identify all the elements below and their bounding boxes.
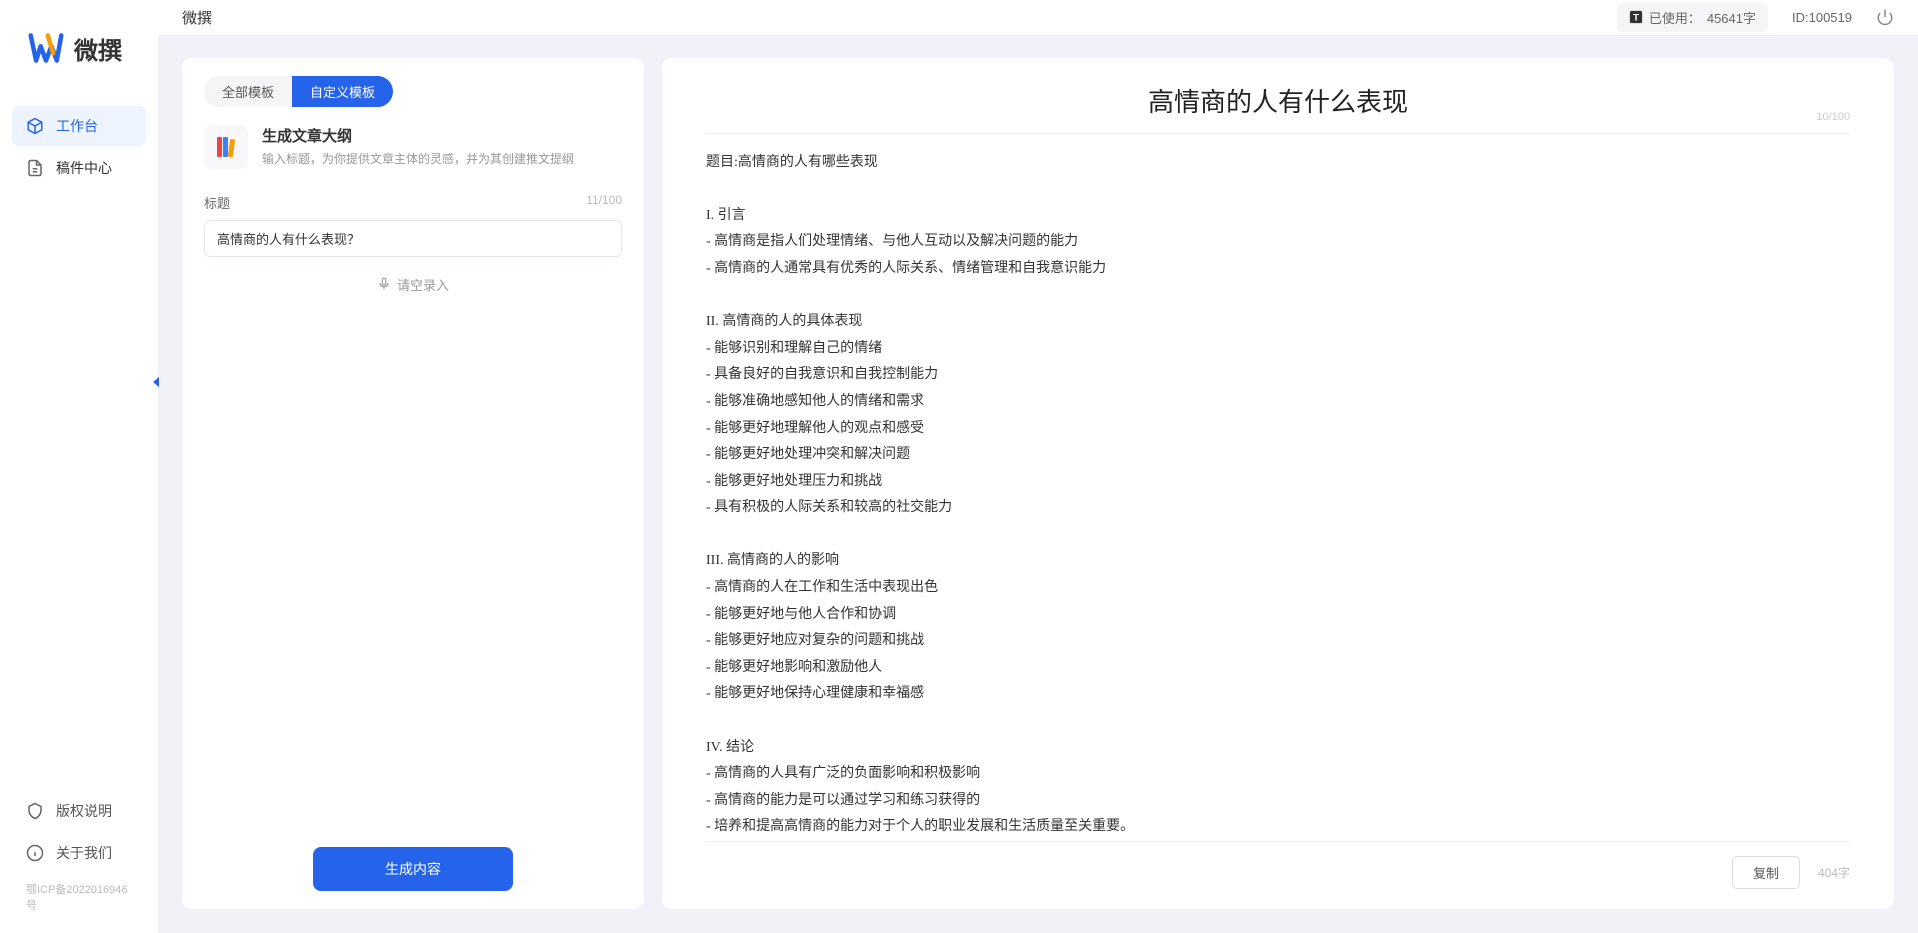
nav-label: 版权说明 [56, 801, 112, 821]
output-char-count: 404字 [1818, 864, 1850, 881]
nav-copyright[interactable]: 版权说明 [12, 791, 146, 831]
output-title: 高情商的人有什么表现 [1148, 82, 1408, 119]
right-panel: 高情商的人有什么表现 10/100 题目:高情商的人有哪些表现 I. 引言 - … [662, 58, 1894, 909]
nav-label: 稿件中心 [56, 158, 112, 178]
output-title-count: 10/100 [1816, 111, 1850, 123]
left-panel: 全部模板 自定义模板 生成文章大纲 输入标题，为你提供文章主体的灵感，并为其创建… [182, 58, 644, 909]
topbar: 微撰 T 已使用： 45641字 ID:100519 [158, 0, 1918, 36]
logo-text: 微撰 [74, 31, 122, 66]
sidebar-footer: 版权说明 关于我们 鄂ICP备2022016946号 [0, 791, 158, 919]
sidebar-collapse-handle[interactable] [148, 372, 164, 392]
generate-button[interactable]: 生成内容 [313, 847, 513, 891]
usage-label: 已使用： [1649, 8, 1701, 27]
spacer [204, 304, 622, 847]
svg-text:T: T [1633, 13, 1639, 24]
tab-custom-templates[interactable]: 自定义模板 [292, 76, 393, 107]
nav-workbench[interactable]: 工作台 [12, 106, 146, 146]
content: 全部模板 自定义模板 生成文章大纲 输入标题，为你提供文章主体的灵感，并为其创建… [158, 36, 1918, 933]
topbar-right: T 已使用： 45641字 ID:100519 [1617, 3, 1894, 32]
microphone-icon [377, 277, 391, 291]
title-input[interactable] [204, 220, 622, 257]
user-id: ID:100519 [1792, 10, 1852, 25]
output-footer: 复制 404字 [706, 841, 1850, 889]
topbar-title: 微撰 [182, 7, 212, 28]
title-field-header: 标题 11/100 [204, 193, 622, 212]
usage-pill: T 已使用： 45641字 [1617, 3, 1768, 32]
sidebar: 微撰 工作台 稿件中心 版权说明 关于我们 鄂ICP备2022016946号 [0, 0, 158, 933]
output-body[interactable]: 题目:高情商的人有哪些表现 I. 引言 - 高情商是指人们处理情绪、与他人互动以… [706, 150, 1850, 841]
main: 微撰 T 已使用： 45641字 ID:100519 全部模板 自定义模板 [158, 0, 1918, 933]
nav-label: 关于我们 [56, 843, 112, 863]
output-title-row: 高情商的人有什么表现 10/100 [706, 82, 1850, 134]
logo: 微撰 [0, 30, 158, 66]
tool-info: 生成文章大纲 输入标题，为你提供文章主体的灵感，并为其创建推文提纲 [262, 125, 574, 167]
voice-input-row[interactable]: 请空录入 [204, 275, 622, 294]
cube-icon [26, 117, 44, 135]
info-icon [26, 844, 44, 862]
shield-icon [26, 802, 44, 820]
template-tabs: 全部模板 自定义模板 [204, 76, 622, 107]
chevron-left-icon [151, 375, 161, 389]
tool-card: 生成文章大纲 输入标题，为你提供文章主体的灵感，并为其创建推文提纲 [204, 125, 622, 169]
document-icon [26, 159, 44, 177]
title-count: 11/100 [586, 193, 622, 212]
tool-desc: 输入标题，为你提供文章主体的灵感，并为其创建推文提纲 [262, 150, 574, 167]
title-label: 标题 [204, 193, 230, 212]
usage-value: 45641字 [1707, 8, 1756, 27]
logo-icon [28, 30, 64, 66]
sidebar-nav: 工作台 稿件中心 [0, 106, 158, 791]
tool-title: 生成文章大纲 [262, 125, 574, 146]
nav-drafts[interactable]: 稿件中心 [12, 148, 146, 188]
text-icon: T [1629, 10, 1643, 24]
voice-label: 请空录入 [397, 275, 449, 294]
tab-all-templates[interactable]: 全部模板 [204, 76, 292, 107]
icp-text: 鄂ICP备2022016946号 [12, 875, 146, 919]
copy-button[interactable]: 复制 [1732, 856, 1800, 889]
app-root: 微撰 工作台 稿件中心 版权说明 关于我们 鄂ICP备2022016946号 [0, 0, 1918, 933]
nav-about[interactable]: 关于我们 [12, 833, 146, 873]
power-icon[interactable] [1876, 8, 1894, 26]
nav-label: 工作台 [56, 116, 98, 136]
tool-books-icon [204, 125, 248, 169]
